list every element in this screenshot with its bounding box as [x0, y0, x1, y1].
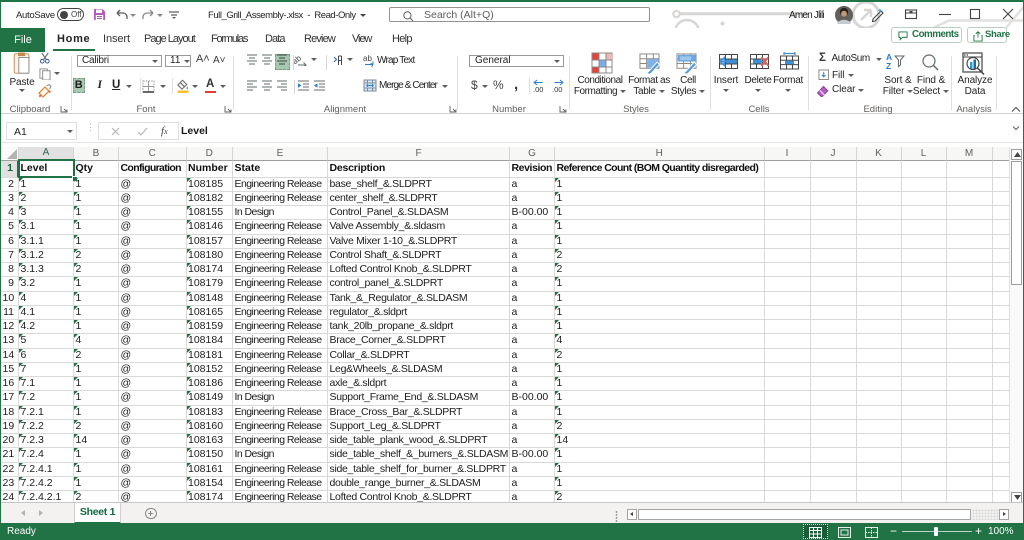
svg-text:Z: Z: [886, 61, 891, 71]
svg-text:.00: .00: [533, 85, 543, 93]
svg-text:ab: ab: [294, 53, 303, 66]
svg-text:ab: ab: [363, 54, 372, 63]
svg-text:.00: .00: [552, 85, 562, 93]
